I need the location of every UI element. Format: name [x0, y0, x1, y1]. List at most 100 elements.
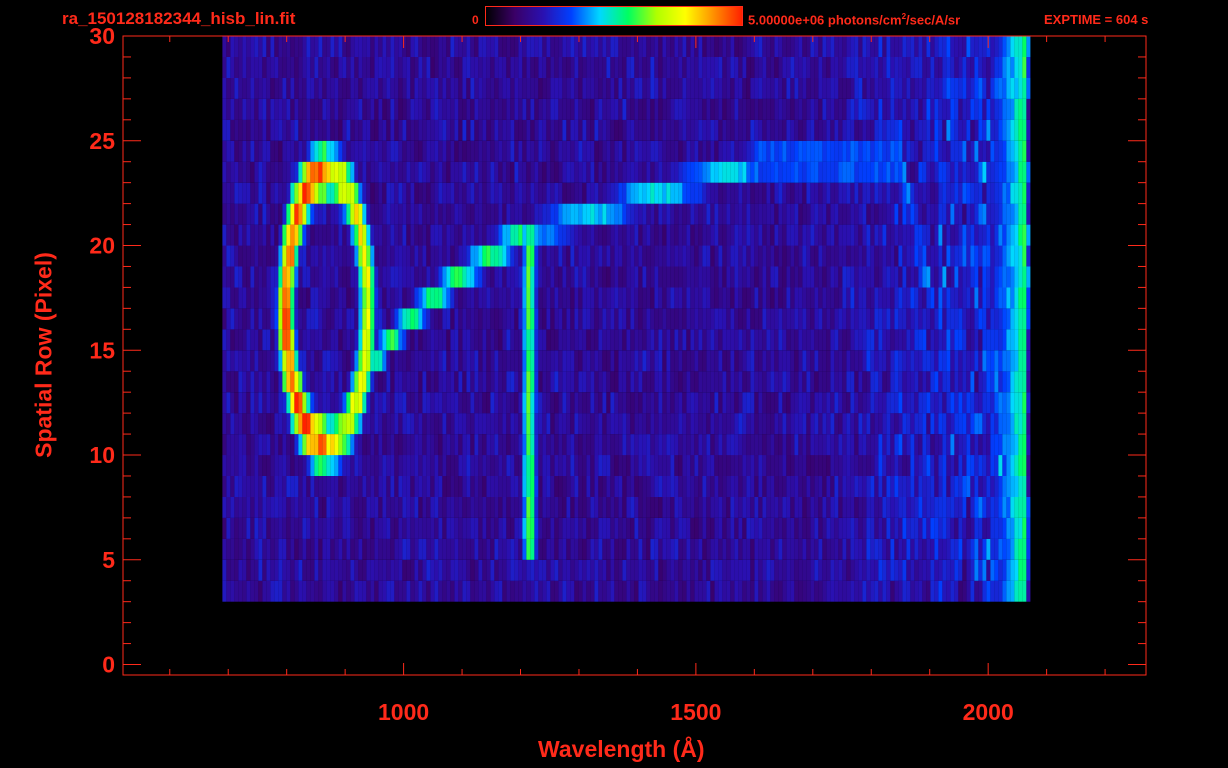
- heatmap-cell: [758, 224, 763, 246]
- heatmap-cell: [258, 580, 263, 602]
- heatmap-cell: [622, 350, 627, 372]
- heatmap-cell: [910, 245, 915, 267]
- heatmap-cell: [494, 224, 499, 246]
- heatmap-cell: [874, 287, 879, 309]
- heatmap-cell: [714, 413, 719, 435]
- heatmap-cell: [558, 182, 563, 204]
- heatmap-cell: [694, 517, 699, 539]
- heatmap-cell: [882, 308, 887, 330]
- heatmap-cell: [718, 517, 723, 539]
- heatmap-cell: [810, 434, 815, 456]
- heatmap-cell: [458, 266, 463, 288]
- heatmap-cell: [382, 517, 387, 539]
- heatmap-cell: [246, 77, 251, 99]
- heatmap-cell: [370, 119, 375, 141]
- heatmap-cell: [810, 329, 815, 351]
- heatmap-cell: [474, 517, 479, 539]
- heatmap-cell: [986, 161, 991, 183]
- heatmap-cell: [478, 496, 483, 518]
- heatmap-cell: [710, 476, 715, 497]
- heatmap-cell: [570, 329, 575, 351]
- heatmap-cell: [890, 392, 895, 414]
- heatmap-cell: [1022, 224, 1027, 246]
- heatmap-cell: [266, 476, 271, 497]
- heatmap-cell: [338, 476, 343, 497]
- heatmap-cell: [886, 203, 891, 225]
- heatmap-cell: [878, 329, 883, 351]
- heatmap-cell: [922, 308, 927, 330]
- heatmap-cell: [474, 434, 479, 456]
- heatmap-cell: [246, 413, 251, 435]
- heatmap-cell: [442, 287, 447, 309]
- heatmap-cell: [574, 224, 579, 246]
- heatmap-cell: [734, 455, 739, 476]
- heatmap-cell: [318, 392, 323, 414]
- heatmap-cell: [330, 476, 335, 497]
- heatmap-cell: [754, 182, 759, 204]
- heatmap-cell: [238, 517, 243, 539]
- heatmap-cell: [818, 580, 823, 602]
- heatmap-cell: [262, 161, 267, 183]
- heatmap-cell: [442, 224, 447, 246]
- heatmap-cell: [874, 538, 879, 560]
- heatmap-cell: [830, 350, 835, 372]
- heatmap-cell: [270, 245, 275, 267]
- heatmap-cell: [502, 119, 507, 141]
- heatmap-cell: [294, 538, 299, 560]
- heatmap-cell: [222, 496, 227, 518]
- heatmap-cell: [734, 371, 739, 393]
- heatmap-cell: [378, 496, 383, 518]
- heatmap-cell: [390, 496, 395, 518]
- heatmap-cell: [530, 245, 535, 267]
- heatmap-cell: [766, 350, 771, 372]
- heatmap-cell: [670, 455, 675, 476]
- heatmap-cell: [750, 538, 755, 560]
- heatmap-cell: [326, 119, 331, 141]
- heatmap-cell: [790, 98, 795, 120]
- heatmap-cell: [998, 287, 1003, 309]
- heatmap-cell: [750, 371, 755, 393]
- heatmap-cell: [894, 413, 899, 435]
- heatmap-cell: [310, 476, 315, 497]
- heatmap-cell: [598, 559, 603, 581]
- heatmap-cell: [986, 496, 991, 518]
- heatmap-cell: [338, 455, 343, 476]
- heatmap-cell: [946, 580, 951, 602]
- heatmap-cell: [358, 77, 363, 99]
- heatmap-cell: [890, 203, 895, 225]
- heatmap-cell: [242, 350, 247, 372]
- heatmap-cell: [902, 580, 907, 602]
- heatmap-cell: [866, 329, 871, 351]
- heatmap-cell: [678, 182, 683, 204]
- heatmap-cell: [458, 224, 463, 246]
- heatmap-cell: [858, 434, 863, 456]
- heatmap-cell: [670, 77, 675, 99]
- heatmap-cell: [510, 287, 515, 309]
- heatmap-cell: [1006, 559, 1011, 581]
- heatmap-cell: [894, 224, 899, 246]
- heatmap-cell: [490, 77, 495, 99]
- heatmap-cell: [710, 350, 715, 372]
- heatmap-cell: [686, 224, 691, 246]
- heatmap-cell: [394, 266, 399, 288]
- heatmap-cell: [678, 580, 683, 602]
- heatmap-cell: [314, 496, 319, 518]
- heatmap-cell: [314, 203, 319, 225]
- heatmap-cell: [478, 119, 483, 141]
- heatmap-cell: [450, 580, 455, 602]
- heatmap-cell: [942, 455, 947, 476]
- heatmap-cell: [546, 538, 551, 560]
- heatmap-cell: [566, 203, 571, 225]
- heatmap-cell: [902, 476, 907, 497]
- heatmap-cell: [450, 392, 455, 414]
- heatmap-cell: [698, 224, 703, 246]
- heatmap-cell: [350, 559, 355, 581]
- heatmap-cell: [402, 224, 407, 246]
- heatmap-cell: [730, 287, 735, 309]
- heatmap-cell: [434, 350, 439, 372]
- heatmap-cell: [862, 580, 867, 602]
- heatmap-cell: [338, 559, 343, 581]
- heatmap-cell: [478, 455, 483, 476]
- heatmap-cell: [802, 434, 807, 456]
- heatmap-cell: [982, 371, 987, 393]
